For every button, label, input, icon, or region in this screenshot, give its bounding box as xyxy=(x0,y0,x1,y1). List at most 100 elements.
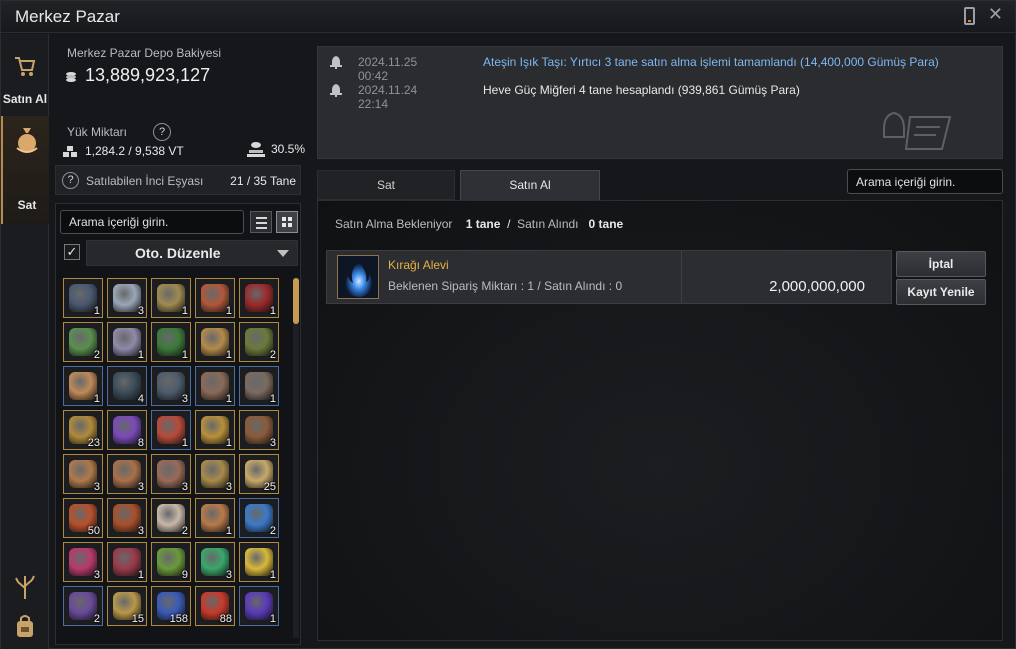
gem-ring-icon xyxy=(69,328,97,356)
help-icon[interactable]: ? xyxy=(62,172,79,189)
list-view-button[interactable] xyxy=(250,211,272,233)
inventory-slot[interactable]: 1 xyxy=(239,278,279,318)
inventory-slot[interactable]: 2 xyxy=(63,322,103,362)
market-search-input[interactable] xyxy=(847,169,1003,194)
phone-icon[interactable] xyxy=(964,7,975,25)
close-icon[interactable]: ✕ xyxy=(988,4,1003,25)
inventory-slot[interactable]: 158 xyxy=(151,586,191,626)
platter-icon xyxy=(201,504,229,532)
inventory-slot[interactable]: 1 xyxy=(107,542,147,582)
pearl-items-row: ? Satılabilen İnci Eşyası 21 / 35 Tane xyxy=(55,165,301,195)
inventory-slot[interactable]: 3 xyxy=(107,454,147,494)
inventory-slot[interactable]: 1 xyxy=(151,278,191,318)
money-bag-icon xyxy=(16,128,38,153)
item-count: 3 xyxy=(181,481,188,493)
auto-sort-dropdown[interactable]: Oto. Düzenle xyxy=(86,240,298,266)
inventory-slot[interactable]: 3 xyxy=(151,366,191,406)
inventory-slot[interactable]: 1 xyxy=(195,410,235,450)
notification-text: Heve Güç Miğferi 4 tane hesaplandı (939,… xyxy=(483,83,800,97)
inventory-slot[interactable]: 9 xyxy=(151,542,191,582)
inventory-slot[interactable]: 3 xyxy=(195,454,235,494)
inventory-slot[interactable]: 88 xyxy=(195,586,235,626)
inventory-slot[interactable]: 1 xyxy=(195,498,235,538)
grid-view-button[interactable] xyxy=(276,211,298,233)
claw-icon xyxy=(245,328,273,356)
order-item-name: Kırağı Alevi xyxy=(388,258,449,272)
red-ring-icon xyxy=(245,284,273,312)
inventory-slot[interactable]: 1 xyxy=(195,366,235,406)
list-icon xyxy=(256,217,267,219)
inventory-slot[interactable]: 1 xyxy=(107,322,147,362)
inventory-slot[interactable]: 8 xyxy=(107,410,147,450)
item-count: 1 xyxy=(181,305,188,317)
item-count: 2 xyxy=(93,349,100,361)
weight-value: 1,284.2 / 9,538 VT xyxy=(85,144,184,158)
item-count: 1 xyxy=(225,525,232,537)
inventory-slot[interactable]: 1 xyxy=(151,322,191,362)
blue-elixir-icon xyxy=(245,504,273,532)
tab-sell[interactable]: Sat xyxy=(317,170,455,200)
backpack-icon[interactable] xyxy=(14,614,36,638)
necklace-icon xyxy=(157,284,185,312)
fishing-rod-icon xyxy=(201,372,229,400)
cancel-button[interactable]: İptal xyxy=(896,251,986,277)
pearl-items-count: 21 / 35 Tane xyxy=(230,174,296,188)
scrollbar-thumb[interactable] xyxy=(293,278,299,324)
inventory-slot[interactable]: 2 xyxy=(63,586,103,626)
item-count: 2 xyxy=(269,525,276,537)
inventory-slot[interactable]: 1 xyxy=(151,410,191,450)
inventory-slot[interactable]: 3 xyxy=(151,454,191,494)
inventory-slot[interactable]: 4 xyxy=(107,366,147,406)
item-count: 1 xyxy=(181,437,188,449)
item-count: 3 xyxy=(137,525,144,537)
green-flask-icon xyxy=(201,548,229,576)
nav-buy-label: Satın Al xyxy=(2,92,48,106)
inventory-slot[interactable]: 1 xyxy=(239,586,279,626)
item-count: 3 xyxy=(137,305,144,317)
red-elixir-icon xyxy=(113,548,141,576)
nav-tab-sell[interactable]: Sat xyxy=(1,116,49,224)
weight-amount: 1,284.2 / 9,538 xyxy=(85,144,166,158)
deposit-label: Merkez Pazar Depo Bakiyesi xyxy=(67,46,222,60)
inventory-slot[interactable]: 3 xyxy=(63,542,103,582)
inventory-slot[interactable]: 23 xyxy=(63,410,103,450)
inventory-slot[interactable]: 2 xyxy=(239,322,279,362)
inventory-slot[interactable]: 15 xyxy=(107,586,147,626)
divider xyxy=(681,251,682,303)
meal-icon xyxy=(201,460,229,488)
tree-icon[interactable] xyxy=(13,574,37,600)
tab-buy[interactable]: Satın Al xyxy=(460,170,600,201)
inventory-slot[interactable]: 2 xyxy=(151,498,191,538)
inventory-slot[interactable]: 2 xyxy=(239,498,279,538)
inventory-slot[interactable]: 1 xyxy=(239,542,279,582)
nav-tab-buy[interactable]: Satın Al xyxy=(1,42,49,112)
scroll-icon xyxy=(157,416,185,444)
renew-listing-button[interactable]: Kayıt Yenile xyxy=(896,279,986,305)
order-price: 2,000,000,000 xyxy=(769,278,865,295)
inventory-slot[interactable]: 25 xyxy=(239,454,279,494)
inventory-slot[interactable]: 1 xyxy=(195,278,235,318)
inventory-slot[interactable]: 3 xyxy=(239,410,279,450)
central-market-window: Merkez Pazar ✕ Satın Al Sat Merkez Pazar… xyxy=(0,0,1016,649)
auto-sort-checkbox[interactable]: ✓ xyxy=(64,244,80,260)
item-count: 88 xyxy=(219,613,232,625)
item-count: 1 xyxy=(225,437,232,449)
inventory-slot[interactable]: 1 xyxy=(195,322,235,362)
item-count: 3 xyxy=(181,393,188,405)
inventory-slot[interactable]: 3 xyxy=(195,542,235,582)
knife-icon xyxy=(157,372,185,400)
item-count: 2 xyxy=(93,613,100,625)
inventory-slot[interactable]: 3 xyxy=(107,278,147,318)
inventory-slot[interactable]: 1 xyxy=(63,278,103,318)
inventory-slot[interactable]: 3 xyxy=(107,498,147,538)
wood-stick-icon xyxy=(69,372,97,400)
side-nav: Satın Al Sat xyxy=(1,34,49,649)
inventory-scrollbar[interactable] xyxy=(293,278,299,638)
inventory-slot[interactable]: 50 xyxy=(63,498,103,538)
inventory-slot[interactable]: 1 xyxy=(239,366,279,406)
inventory-slot[interactable]: 1 xyxy=(63,366,103,406)
inventory-search-input[interactable] xyxy=(60,210,244,234)
inventory-slot[interactable]: 3 xyxy=(63,454,103,494)
order-row[interactable]: Kırağı Alevi Beklenen Sipariş Miktarı : … xyxy=(326,250,892,304)
help-icon[interactable]: ? xyxy=(153,123,171,141)
